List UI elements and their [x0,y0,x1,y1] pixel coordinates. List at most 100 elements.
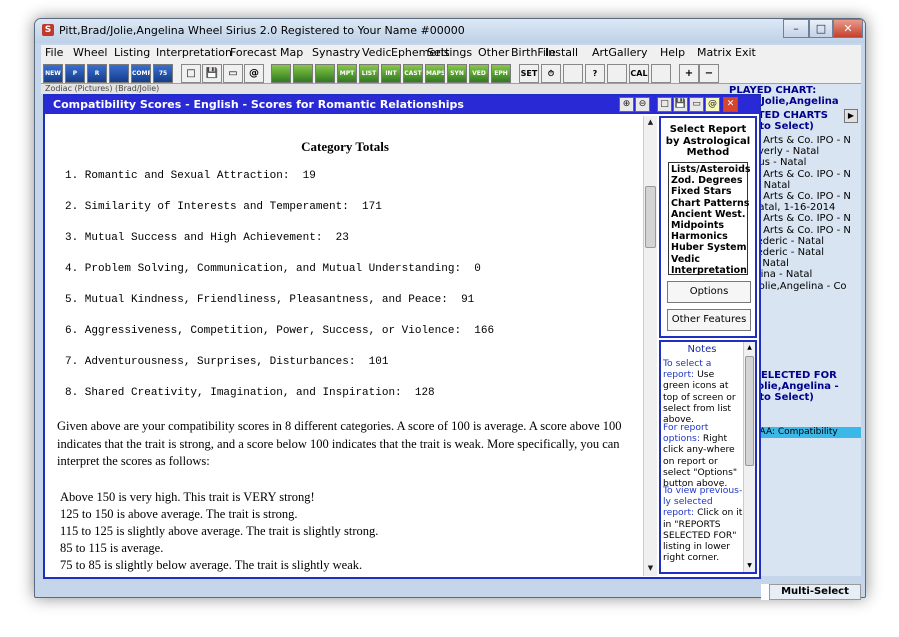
menu-install[interactable]: Install [545,46,578,59]
close-report-icon[interactable]: ✕ [723,97,738,112]
maps-icon[interactable]: MAPS [425,64,445,83]
aspect-icon[interactable] [293,64,313,83]
menu-matrix[interactable]: Matrix [697,46,732,59]
category-score-line: 4. Problem Solving, Communication, and M… [65,263,481,275]
compatibility-report-window: Compatibility Scores - English - Scores … [43,94,761,579]
menu-exit[interactable]: Exit [735,46,756,59]
multi-select-button[interactable]: Multi-Select [769,584,861,600]
menu-wheel[interactable]: Wheel [73,46,107,59]
maximize-button[interactable]: □ [809,19,833,38]
app-icon: S [42,24,54,36]
report-window-title-text: Compatibility Scores - English - Scores … [53,98,464,111]
zoom-in-icon[interactable]: ⊕ [619,97,634,112]
score-scale-line: 75 to 85 is slightly below average. The … [60,558,363,572]
zoom-in-icon[interactable]: + [679,64,699,83]
notes-title: Notes [687,344,717,355]
print-icon[interactable]: ▭ [689,97,704,112]
menu-other[interactable]: Other [478,46,509,59]
globe-icon[interactable] [651,64,671,83]
method-item[interactable]: Chart Patterns [671,198,749,209]
settings-icon[interactable]: SET [519,64,539,83]
notes-scroll-thumb[interactable] [745,356,754,466]
save-icon[interactable]: 💾 [202,64,222,83]
zoom-out-icon[interactable]: ⊖ [635,97,650,112]
method-item[interactable]: Midpoints [671,220,747,231]
wheel-icon[interactable] [109,64,129,83]
list-icon[interactable]: LIST [359,64,379,83]
scroll-right-arrow[interactable]: ▶ [844,109,858,123]
midpoint-icon[interactable]: MPT [337,64,357,83]
progression-icon[interactable]: P [65,64,85,83]
category-score-line: 6. Aggressiveness, Competition, Power, S… [65,325,495,337]
method-list: Lists/Asteroids Zod. Degrees Fixed Stars Ch… [668,162,751,276]
menu-interpretation[interactable]: Interpretation [156,46,232,59]
score-scale-line: 125 to 150 is above average. The trait i… [60,507,298,521]
zoom-out-icon[interactable]: − [699,64,719,83]
select-report-header-line: by Astrological [665,135,751,147]
calendar-icon[interactable]: CAL [629,64,649,83]
cast-icon[interactable]: CAST [403,64,423,83]
scroll-down-arrow[interactable]: ▼ [644,562,657,575]
scroll-up-arrow[interactable]: ▲ [644,116,657,129]
method-item[interactable]: Interpretation [671,265,747,276]
new-chart-icon[interactable]: NEW [43,64,63,83]
restore-icon[interactable]: □ [657,97,672,112]
save-icon[interactable]: 💾 [673,97,688,112]
category-score-line: 3. Mutual Success and High Achievement: … [65,232,349,244]
comp-icon[interactable]: COMP [131,64,151,83]
report-scrollbar[interactable]: ▲ ▼ [643,116,657,576]
menu-listing[interactable]: Listing [114,46,150,59]
score-scale-line: 115 to 125 is slightly above average. Th… [60,524,379,538]
window-icon[interactable]: □ [181,64,201,83]
menu-settings[interactable]: Settings [427,46,472,59]
menu-synastry[interactable]: Synastry [312,46,360,59]
clock-icon[interactable]: ⏱ [541,64,561,83]
art-icon[interactable] [607,64,627,83]
method-item[interactable]: Huber System [671,242,747,253]
menu-vedic[interactable]: Vedic [362,46,392,59]
method-item[interactable]: Vedic [671,254,747,265]
menu-map[interactable]: Map [280,46,303,59]
notes-scroll-up-arrow[interactable]: ▲ [744,342,755,353]
note-heading: For report options: [663,422,709,445]
age-icon[interactable]: 75 [153,64,173,83]
report-heading: Category Totals [301,139,389,154]
other-features-button[interactable]: Other Features [667,309,751,331]
method-item[interactable]: Ancient West. [671,209,747,220]
method-item[interactable]: Zod. Degrees [671,175,747,186]
menu-file[interactable]: File [45,46,63,59]
method-item[interactable]: Harmonics [671,231,747,242]
menu-artgallery[interactable]: ArtGallery [592,46,648,59]
wheel-green-icon[interactable] [271,64,291,83]
minimize-button[interactable]: – [783,19,809,38]
email-icon[interactable]: @ [705,97,720,112]
menu-bar: File Wheel Listing Interpretation Forecast Ma… [41,45,861,62]
report-content[interactable]: Category Totals 1. Romantic and Sexual A… [47,116,643,576]
email-icon[interactable]: @ [244,64,264,83]
ephemeris-icon[interactable]: EPH [491,64,511,83]
print-icon[interactable]: ▭ [223,64,243,83]
method-item[interactable]: Fixed Stars [671,186,747,197]
return-icon[interactable]: R [87,64,107,83]
category-score-line: 7. Adventurousness, Surprises, Disturban… [65,356,389,368]
vedic-icon[interactable]: VED [469,64,489,83]
select-report-panel: Select Report by Astrological Method Lis… [659,116,757,338]
help-icon[interactable]: ? [585,64,605,83]
transit-icon[interactable] [563,64,583,83]
menu-help[interactable]: Help [660,46,685,59]
scroll-thumb[interactable] [645,186,656,248]
status-left [761,584,769,600]
planet-icon[interactable] [315,64,335,83]
method-item[interactable]: Lists/Asteroids [671,164,751,175]
notes-scrollbar[interactable]: ▲ ▼ [743,342,755,572]
options-button[interactable]: Options [667,281,751,303]
menu-forecast[interactable]: Forecast [230,46,277,59]
close-button[interactable]: ✕ [833,19,863,38]
synastry-icon[interactable]: SYN [447,64,467,83]
interpretation-icon[interactable]: INT [381,64,401,83]
window-title: Pitt,Brad/Jolie,Angelina Wheel Sirius 2.… [59,24,465,37]
score-scale-line: Above 150 is very high. This trait is VE… [60,490,315,504]
notes-scroll-down-arrow[interactable]: ▼ [744,560,755,571]
toolbar: NEW P R COMP 75 □ 💾 ▭ @ MPT LIST INT CAST MAPS SYN VED E… [41,62,861,84]
score-scale-line: Below 75 is weak. [60,574,632,576]
